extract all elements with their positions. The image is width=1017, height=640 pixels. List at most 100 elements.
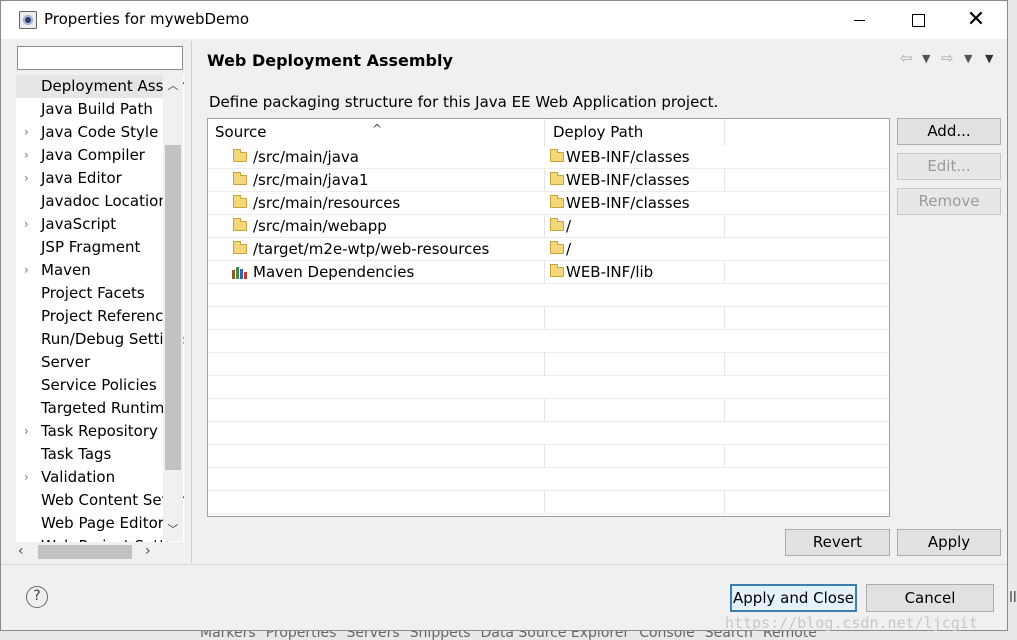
eclipse-icon	[19, 11, 37, 29]
table-row[interactable]	[208, 353, 889, 376]
sidebar-item[interactable]: Javadoc Location	[16, 190, 168, 213]
folder-icon	[233, 172, 247, 185]
sidebar-item[interactable]: › Maven	[16, 259, 166, 282]
sidebar-item[interactable]: Deployment Assembly	[16, 75, 184, 98]
pane-divider[interactable]	[191, 41, 192, 563]
sidebar-item[interactable]: › Java Code Style	[16, 121, 166, 144]
remove-button[interactable]: Remove	[897, 188, 1001, 215]
sidebar-item[interactable]: Web Page Editor	[16, 512, 166, 535]
sidebar-item[interactable]: Task Tags	[16, 443, 166, 466]
sidebar-item-label: Java Build Path	[41, 100, 153, 118]
apply-and-close-button[interactable]: Apply and Close	[730, 584, 857, 612]
sidebar-item[interactable]: › JavaScript	[16, 213, 166, 236]
table-row[interactable]: /src/main/java WEB-INF/classes	[208, 146, 889, 169]
edit-button[interactable]: Edit...	[897, 153, 1001, 180]
sidebar-item[interactable]: Java Build Path	[16, 98, 166, 121]
table-row[interactable]: /src/main/java1 WEB-INF/classes	[208, 169, 889, 192]
expand-arrow-icon[interactable]: ›	[24, 144, 29, 167]
filter-input[interactable]	[17, 46, 183, 70]
table-row[interactable]	[208, 330, 889, 353]
sidebar-item[interactable]: Web Content Settings	[16, 489, 184, 512]
sort-ascending-icon: ^	[372, 122, 383, 136]
expand-arrow-icon[interactable]: ›	[24, 420, 29, 443]
background-text-fragment: ll	[1009, 590, 1017, 606]
column-header-deploy-path[interactable]: Deploy Path	[546, 119, 726, 146]
sidebar-item-label: Maven	[41, 261, 91, 279]
scroll-down-icon[interactable]: ﹀	[163, 519, 183, 541]
sidebar-item-label: Web Page Editor	[41, 514, 164, 532]
maximize-button[interactable]	[889, 1, 947, 39]
folder-icon	[233, 149, 247, 162]
apply-button[interactable]: Apply	[897, 529, 1001, 556]
deploy-path-cell: WEB-INF/classes	[566, 171, 690, 189]
table-row[interactable]: Maven Dependencies WEB-INF/lib	[208, 261, 889, 284]
table-row[interactable]	[208, 376, 889, 399]
source-cell: /src/main/resources	[253, 194, 401, 212]
sidebar-item[interactable]: Web Project Settings	[16, 535, 184, 542]
sidebar-item[interactable]: Project Facets	[16, 282, 166, 305]
sidebar-item-label: Task Repository	[41, 422, 158, 440]
table-row[interactable]: /src/main/resources WEB-INF/classes	[208, 192, 889, 215]
sidebar-item[interactable]: Targeted Runtimes	[16, 397, 181, 420]
close-button[interactable]: ✕	[947, 1, 1005, 39]
sidebar-item[interactable]: › Validation	[16, 466, 166, 489]
page-title: Web Deployment Assembly	[207, 51, 453, 70]
sidebar-item-label: Validation	[41, 468, 116, 486]
table-row[interactable]	[208, 399, 889, 422]
expand-arrow-icon[interactable]: ›	[24, 213, 29, 236]
sidebar-item[interactable]: JSP Fragment	[16, 236, 166, 259]
tree-vertical-scrollbar[interactable]	[163, 75, 183, 541]
scroll-up-icon[interactable]: ︿	[163, 75, 183, 97]
folder-icon	[550, 241, 564, 254]
table-row[interactable]	[208, 491, 889, 514]
table-row[interactable]	[208, 445, 889, 468]
sidebar-item-label: JSP Fragment	[41, 238, 141, 256]
sidebar-item[interactable]: › Java Compiler	[16, 144, 166, 167]
scroll-left-icon[interactable]: ‹	[18, 541, 36, 561]
expand-arrow-icon[interactable]: ›	[24, 466, 29, 489]
minimize-button[interactable]	[831, 1, 889, 39]
deploy-path-cell: /	[566, 240, 572, 258]
scrollbar-thumb[interactable]	[165, 145, 181, 470]
expand-arrow-icon[interactable]: ›	[24, 121, 29, 144]
expand-arrow-icon[interactable]: ›	[24, 259, 29, 282]
table-row[interactable]	[208, 514, 889, 516]
table-row[interactable]: /src/main/webapp /	[208, 215, 889, 238]
forward-dropdown-icon[interactable]: ▼	[964, 52, 972, 65]
library-icon	[232, 266, 247, 279]
revert-button[interactable]: Revert	[785, 529, 890, 556]
deploy-path-cell: /	[566, 217, 572, 235]
column-header-source[interactable]: Source ^	[208, 119, 545, 146]
deploy-path-cell: WEB-INF/classes	[566, 194, 690, 212]
table-row[interactable]	[208, 422, 889, 445]
sidebar-item[interactable]: Run/Debug Settings	[16, 328, 184, 351]
help-icon[interactable]: ?	[26, 586, 48, 608]
expand-arrow-icon[interactable]: ›	[24, 167, 29, 190]
add-button[interactable]: Add...	[897, 118, 1001, 145]
table-row[interactable]	[208, 284, 889, 307]
sidebar-item[interactable]: › Java Editor	[16, 167, 166, 190]
footer-divider	[1, 564, 1007, 565]
back-icon[interactable]: ⇦	[900, 49, 913, 67]
source-cell: /src/main/webapp	[253, 217, 387, 235]
folder-icon	[550, 195, 564, 208]
sidebar-item[interactable]: Project References	[16, 305, 180, 328]
scroll-right-icon[interactable]: ›	[145, 541, 163, 561]
back-dropdown-icon[interactable]: ▼	[922, 52, 930, 65]
scrollbar-thumb[interactable]	[38, 545, 132, 559]
view-menu-icon[interactable]: ▼	[985, 52, 993, 65]
table-row[interactable]	[208, 468, 889, 491]
column-header-label: Source	[215, 123, 267, 141]
table-row[interactable]	[208, 307, 889, 330]
sidebar-item[interactable]: › Task Repository	[16, 420, 166, 443]
folder-icon	[550, 172, 564, 185]
cancel-button[interactable]: Cancel	[866, 584, 994, 612]
table-row[interactable]: /target/m2e-wtp/web-resources /	[208, 238, 889, 261]
source-cell: Maven Dependencies	[253, 263, 415, 281]
forward-icon[interactable]: ⇨	[941, 49, 954, 67]
page-description: Define packaging structure for this Java…	[209, 93, 719, 111]
deploy-path-cell: WEB-INF/classes	[566, 148, 690, 166]
sidebar-item[interactable]: Server	[16, 351, 166, 374]
close-icon: ✕	[966, 7, 986, 32]
sidebar-item[interactable]: Service Policies	[16, 374, 166, 397]
